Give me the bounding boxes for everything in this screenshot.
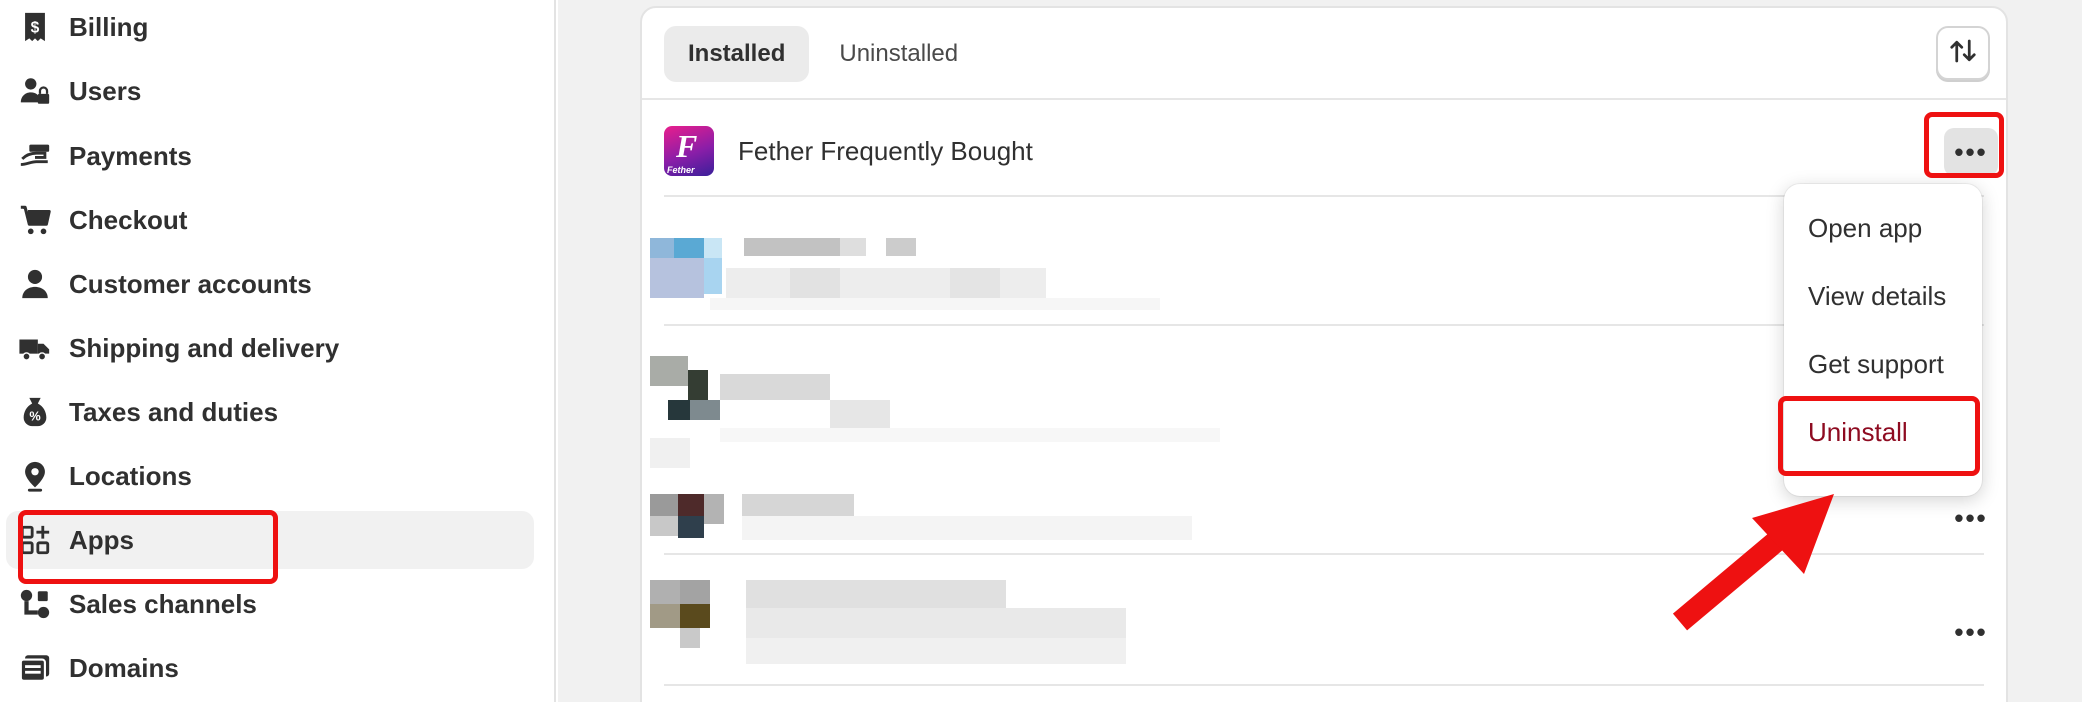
sidebar-item-label: Checkout — [69, 204, 188, 235]
highlight-uninstall-box — [1778, 396, 1980, 476]
person-icon — [18, 267, 52, 301]
sidebar-item-label: Shipping and delivery — [69, 332, 340, 363]
sidebar-item-label: Customer accounts — [69, 268, 312, 299]
sidebar-item-label: Locations — [69, 460, 192, 491]
truck-icon — [18, 331, 52, 365]
sidebar-item-domains[interactable]: Domains — [6, 639, 534, 697]
annotation-arrow-icon — [1672, 494, 1834, 631]
settings-sidebar: $ Billing Users Payments Checkout Custom… — [0, 0, 556, 702]
sort-arrows-icon — [1948, 36, 1978, 71]
sidebar-item-label: Users — [69, 75, 142, 106]
menu-item-view-details[interactable]: View details — [1784, 266, 1982, 326]
app-row-fether[interactable]: F Fether Fether Frequently Bought — [664, 124, 1033, 178]
blurred-app-row[interactable] — [650, 580, 1210, 680]
tab-installed[interactable]: Installed — [664, 26, 810, 82]
row-divider — [664, 684, 1984, 686]
users-icon — [18, 74, 52, 108]
sidebar-item-billing[interactable]: $ Billing — [6, 0, 534, 56]
sales-channels-icon — [18, 587, 52, 621]
sidebar-item-users[interactable]: Users — [6, 62, 534, 120]
location-pin-icon — [18, 459, 52, 493]
payments-icon — [18, 139, 52, 173]
app-actions-button[interactable]: ••• — [1944, 608, 1998, 656]
svg-text:$: $ — [31, 20, 40, 37]
sidebar-item-label: Domains — [69, 652, 179, 683]
app-actions-button[interactable]: ••• — [1944, 494, 1998, 542]
cart-icon — [18, 203, 52, 237]
ellipsis-icon: ••• — [1954, 502, 1988, 533]
ellipsis-icon: ••• — [1954, 616, 1988, 647]
svg-text:%: % — [29, 409, 40, 424]
blurred-app-row[interactable] — [650, 213, 1210, 313]
blurred-app-row[interactable] — [650, 348, 1220, 468]
app-logo: F Fether — [664, 126, 714, 176]
menu-item-get-support[interactable]: Get support — [1784, 334, 1982, 394]
sidebar-item-label: Billing — [69, 11, 149, 42]
app-name: Fether Frequently Bought — [738, 135, 1033, 166]
menu-item-open-app[interactable]: Open app — [1784, 198, 1982, 258]
sidebar-item-payments[interactable]: Payments — [6, 127, 534, 185]
sidebar-item-checkout[interactable]: Checkout — [6, 191, 534, 249]
highlight-actions-box — [1924, 112, 2004, 178]
sidebar-item-label: Sales channels — [69, 588, 257, 619]
domains-icon — [18, 651, 52, 685]
sidebar-item-taxes[interactable]: % Taxes and duties — [6, 383, 534, 441]
billing-icon: $ — [18, 10, 52, 44]
app-status-tabs: Installed Uninstalled — [664, 26, 982, 82]
highlight-apps-box — [18, 510, 278, 584]
blurred-app-row[interactable] — [650, 488, 1210, 558]
tax-icon: % — [18, 395, 52, 429]
sidebar-item-label: Payments — [69, 140, 192, 171]
sidebar-item-label: Taxes and duties — [69, 396, 279, 427]
tabs-divider — [642, 98, 2006, 100]
tab-uninstalled[interactable]: Uninstalled — [815, 26, 982, 82]
sidebar-item-locations[interactable]: Locations — [6, 447, 534, 505]
sidebar-item-shipping[interactable]: Shipping and delivery — [6, 319, 534, 377]
sidebar-item-customer-accounts[interactable]: Customer accounts — [6, 255, 534, 313]
sort-button[interactable] — [1936, 26, 1990, 80]
